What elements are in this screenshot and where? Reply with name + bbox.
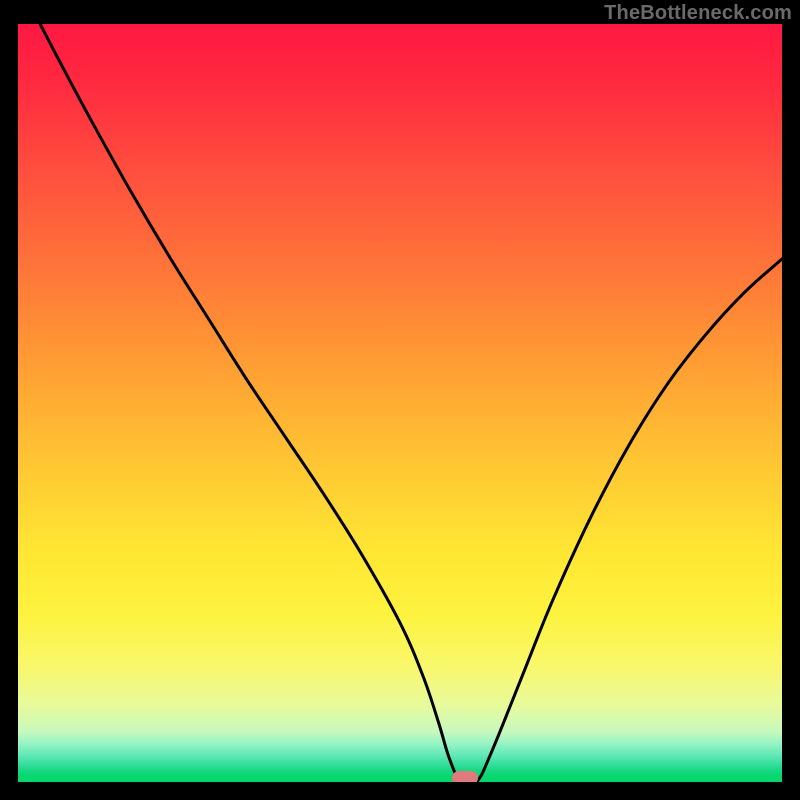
bottleneck-curve: [18, 24, 782, 782]
plot-area: [18, 24, 782, 782]
watermark-text: TheBottleneck.com: [604, 2, 792, 25]
chart-frame: TheBottleneck.com: [0, 0, 800, 800]
optimal-marker: [452, 771, 478, 782]
